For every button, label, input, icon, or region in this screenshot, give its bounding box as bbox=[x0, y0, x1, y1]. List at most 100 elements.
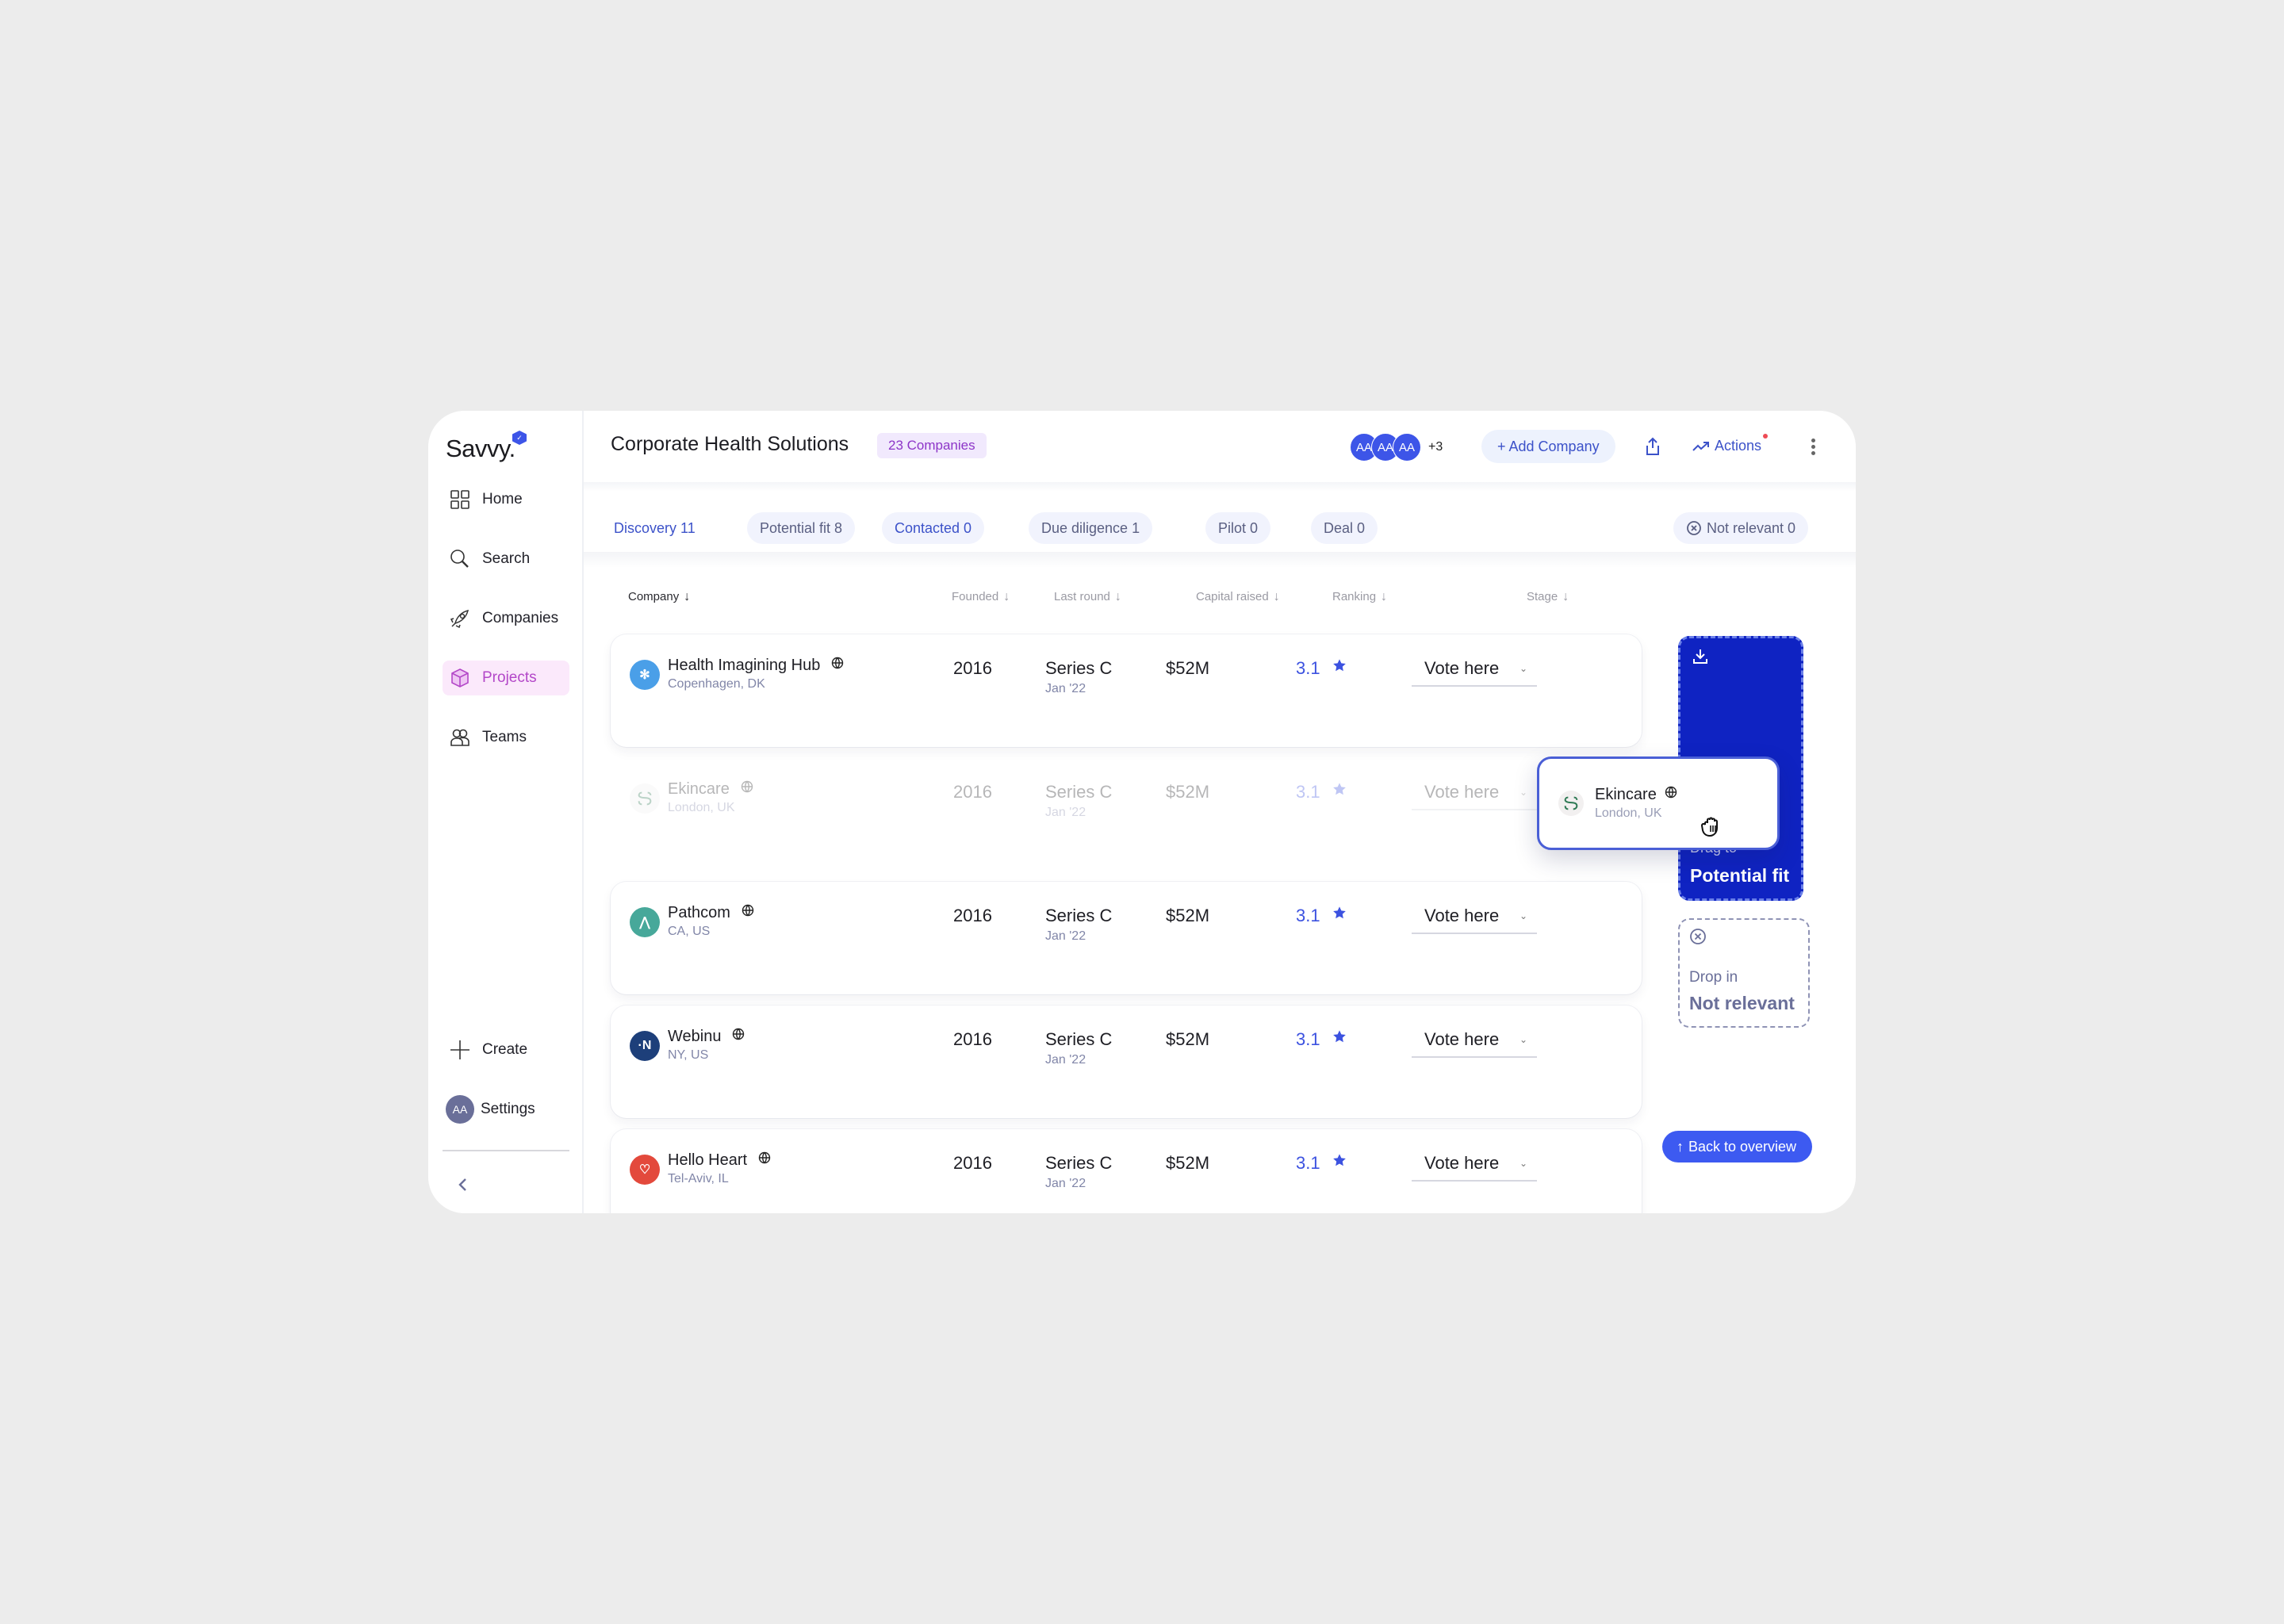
sidebar-divider bbox=[443, 1150, 569, 1151]
company-logo bbox=[1558, 791, 1584, 816]
sidebar-item-teams[interactable]: Teams bbox=[443, 720, 569, 755]
column-header-stage[interactable]: Stage ↓ bbox=[1527, 590, 1569, 604]
avatar[interactable]: AA bbox=[1393, 433, 1421, 462]
share-icon[interactable] bbox=[1643, 436, 1662, 457]
company-name-wrap: Ekincare bbox=[1595, 786, 1677, 804]
chevron-down-icon: ⌄ bbox=[1519, 910, 1527, 921]
company-name-wrap: Webinu bbox=[668, 1028, 745, 1046]
company-row[interactable]: ⋀ Pathcom CA, US 2016 Series C Jan '22 $52M 3.1… bbox=[611, 882, 1642, 994]
founded-year: 2016 bbox=[953, 1029, 992, 1049]
last-round: Series C bbox=[1045, 1153, 1113, 1173]
stage-vote-dropdown[interactable]: Vote here ⌄ bbox=[1412, 1029, 1537, 1058]
stage-tabs: Discovery 11 Potential fit 8 Contacted 0… bbox=[584, 492, 1856, 561]
column-header-founded[interactable]: Founded ↓ bbox=[952, 590, 1010, 604]
sort-arrow-icon: ↓ bbox=[684, 590, 691, 603]
company-logo bbox=[630, 783, 660, 814]
company-name-wrap: Health Imagining Hub bbox=[668, 657, 844, 675]
column-label: Last round bbox=[1054, 590, 1110, 603]
round-date: Jan '22 bbox=[1045, 1053, 1086, 1067]
column-header-capital-raised[interactable]: Capital raised ↓ bbox=[1196, 590, 1280, 604]
arrow-up-icon: ↑ bbox=[1677, 1139, 1684, 1155]
globe-icon[interactable] bbox=[831, 657, 844, 669]
tab-potential-fit[interactable]: Potential fit 8 bbox=[747, 512, 856, 544]
sort-arrow-icon: ↓ bbox=[1381, 590, 1388, 603]
search-icon bbox=[450, 550, 469, 568]
cube-icon bbox=[451, 668, 469, 688]
tab-discovery[interactable]: Discovery 11 bbox=[601, 512, 708, 555]
stage-vote-value: Vote here bbox=[1424, 1153, 1500, 1173]
company-location: NY, US bbox=[668, 1048, 709, 1062]
back-to-overview-label: Back to overview bbox=[1688, 1139, 1797, 1155]
sidebar-item-companies[interactable]: Companies bbox=[443, 601, 569, 636]
header-divider bbox=[584, 482, 1856, 492]
sidebar-item-home[interactable]: Home bbox=[443, 482, 569, 517]
sidebar-item-search[interactable]: Search bbox=[443, 542, 569, 576]
founded-year: 2016 bbox=[953, 782, 992, 802]
company-row[interactable]: ♡ Hello Heart Tel-Aviv, IL 2016 Series C Jan … bbox=[611, 1129, 1642, 1213]
stage-vote-dropdown[interactable]: Vote here ⌄ bbox=[1412, 658, 1537, 687]
create-button[interactable]: Create bbox=[443, 1032, 569, 1067]
company-location: Tel-Aviv, IL bbox=[668, 1172, 729, 1185]
chevron-down-icon: ⌄ bbox=[1519, 787, 1527, 798]
add-company-button[interactable]: + Add Company bbox=[1481, 430, 1615, 463]
settings-button[interactable]: AA Settings bbox=[443, 1092, 569, 1127]
stage-vote-dropdown[interactable]: Vote here ⌄ bbox=[1412, 782, 1537, 810]
company-name[interactable]: Pathcom bbox=[668, 904, 730, 921]
company-name[interactable]: Webinu bbox=[668, 1028, 721, 1045]
company-row[interactable]: Ekincare London, UK 2016 Series C Jan '22 $52… bbox=[611, 758, 1642, 871]
close-circle-icon bbox=[1690, 929, 1706, 944]
collapse-sidebar-chevron-left-icon[interactable] bbox=[454, 1174, 473, 1196]
tab-contacted[interactable]: Contacted 0 bbox=[882, 512, 985, 544]
sort-arrow-icon: ↓ bbox=[1114, 590, 1121, 603]
more-options-icon[interactable] bbox=[1805, 436, 1821, 458]
sidebar-item-label: Home bbox=[482, 491, 523, 508]
stage-vote-value: Vote here bbox=[1424, 906, 1500, 925]
sort-arrow-icon: ↓ bbox=[1003, 590, 1010, 603]
globe-icon[interactable] bbox=[742, 904, 754, 917]
globe-icon[interactable] bbox=[741, 780, 753, 793]
capital-raised: $52M bbox=[1166, 782, 1210, 802]
back-to-overview-button[interactable]: ↑ Back to overview bbox=[1662, 1131, 1813, 1162]
company-name-wrap: Hello Heart bbox=[668, 1151, 771, 1170]
company-location: London, UK bbox=[1595, 806, 1662, 820]
capital-raised: $52M bbox=[1166, 906, 1210, 925]
column-header-last-round[interactable]: Last round ↓ bbox=[1054, 590, 1121, 604]
ekincare-logo-icon bbox=[1564, 796, 1578, 810]
company-name[interactable]: Hello Heart bbox=[668, 1151, 747, 1169]
more-collaborators-count[interactable]: +3 bbox=[1428, 440, 1443, 454]
ranking-value: 3.1 bbox=[1296, 782, 1320, 802]
people-icon bbox=[450, 729, 469, 746]
tab-deal[interactable]: Deal 0 bbox=[1311, 512, 1378, 544]
tab-due-diligence[interactable]: Due diligence 1 bbox=[1029, 512, 1153, 544]
column-header-company[interactable]: Company ↓ bbox=[628, 590, 690, 604]
stage-vote-dropdown[interactable]: Vote here ⌄ bbox=[1412, 906, 1537, 934]
round-date: Jan '22 bbox=[1045, 806, 1086, 819]
stage-vote-dropdown[interactable]: Vote here ⌄ bbox=[1412, 1153, 1537, 1182]
globe-icon[interactable] bbox=[1665, 786, 1677, 799]
ranking-value: 3.1 bbox=[1296, 1029, 1320, 1049]
star-icon bbox=[1333, 783, 1346, 795]
sidebar-item-projects[interactable]: Projects bbox=[443, 661, 569, 695]
drop-zone-not-relevant[interactable]: Drop in Not relevant bbox=[1678, 918, 1810, 1028]
column-label: Stage bbox=[1527, 590, 1558, 603]
column-header-ranking[interactable]: Ranking ↓ bbox=[1332, 590, 1387, 604]
collaborator-avatars[interactable]: AA AA AA +3 bbox=[1350, 433, 1443, 462]
sidebar: Savvy. ✓ Home Search Companies Projects … bbox=[428, 411, 584, 1213]
notification-dot bbox=[1763, 434, 1769, 439]
trending-up-icon bbox=[1692, 441, 1709, 451]
company-location: London, UK bbox=[668, 801, 735, 814]
company-row[interactable]: ·N Webinu NY, US 2016 Series C Jan '22 $52M 3.1… bbox=[611, 1005, 1642, 1118]
tab-pilot[interactable]: Pilot 0 bbox=[1205, 512, 1271, 544]
tab-not-relevant[interactable]: Not relevant 0 bbox=[1673, 512, 1809, 544]
globe-icon[interactable] bbox=[732, 1028, 745, 1040]
company-name[interactable]: Health Imagining Hub bbox=[668, 657, 820, 674]
actions-button[interactable]: Actions bbox=[1692, 434, 1769, 454]
chevron-down-icon: ⌄ bbox=[1519, 663, 1527, 674]
company-name[interactable]: Ekincare bbox=[668, 780, 730, 798]
company-row[interactable]: ✻ Health Imagining Hub Copenhagen, DK 2016 S… bbox=[611, 634, 1642, 747]
column-label: Founded bbox=[952, 590, 999, 603]
capital-raised: $52M bbox=[1166, 1029, 1210, 1049]
dragged-company-card[interactable]: Ekincare London, UK bbox=[1537, 756, 1780, 850]
company-logo: ♡ bbox=[630, 1155, 660, 1185]
globe-icon[interactable] bbox=[758, 1151, 771, 1164]
